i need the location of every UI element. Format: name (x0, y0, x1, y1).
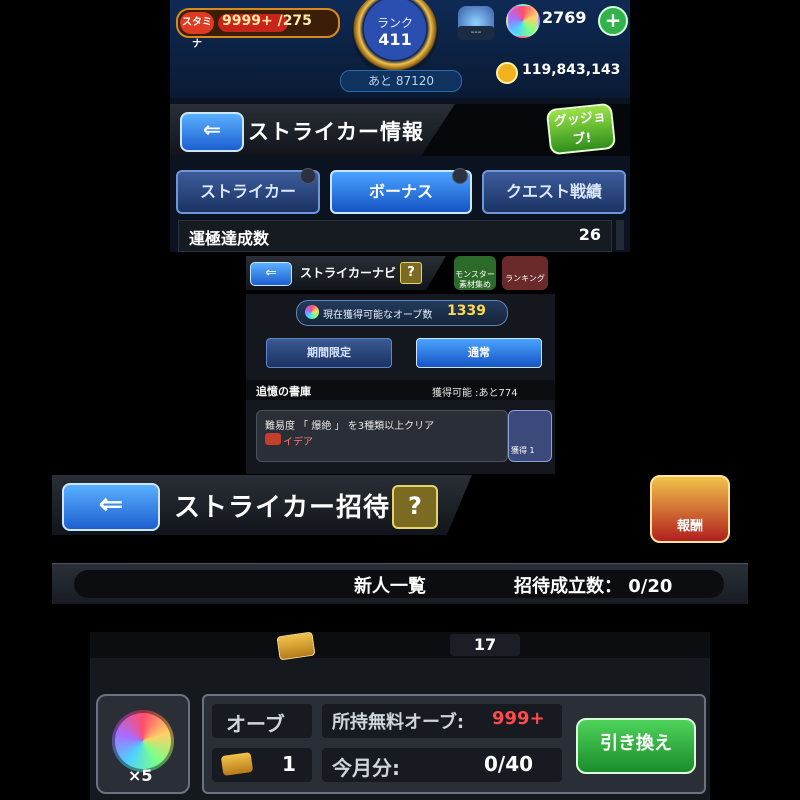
invite-count-label: 招待成立数： (514, 576, 622, 597)
orb-reward-tile: ×5 (96, 694, 190, 794)
item-dash: --- (458, 26, 494, 40)
tab-striker-label: ストライカー (199, 182, 296, 201)
coin-icon (496, 62, 518, 84)
memory-remaining: 獲得可能 :あと774 (432, 388, 518, 399)
mission-target: イデア (283, 437, 313, 448)
luck-label: 運極達成数 (189, 229, 270, 248)
ticket-count: 17 (450, 634, 520, 656)
tab-limited-time[interactable]: 期間限定 (266, 338, 392, 368)
invite-summary-inner: 新人一覧 招待成立数： 0/20 (74, 570, 724, 598)
memory-archive-title: 追憶の書庫 (256, 385, 311, 398)
stamina-max: /275 (277, 13, 312, 29)
rank-ring: ランク 411 (352, 0, 438, 76)
free-orbs-cell: 所持無料オーブ: 999+ (322, 704, 562, 738)
monster-material-button[interactable]: モンスター素材集め (454, 256, 496, 290)
orb-multiplier: ×5 (128, 766, 153, 785)
ticket-row: 17 (90, 632, 710, 661)
striker-info-panel: スタミナ 9999+ /275 ランク 411 あと 87120 --- 276… (170, 0, 630, 252)
available-orbs-label: 現在獲得可能なオーブ数 (323, 310, 433, 321)
help-button[interactable]: ? (400, 262, 422, 284)
luck-value: 26 (578, 225, 601, 244)
stamina-text: 9999+ /275 (222, 13, 312, 29)
ticket-small-cell: 1 (212, 748, 312, 782)
back-button[interactable]: ⇐ (62, 483, 160, 531)
orb-icon (112, 710, 174, 772)
mission-reward-label: 獲得 1 (511, 445, 535, 456)
stamina-icon: スタミナ (180, 12, 214, 50)
striker-invite-title: ストライカー招待 (174, 493, 391, 523)
newcomer-list-label: 新人一覧 (354, 576, 426, 597)
orb-label: オーブ (226, 712, 285, 736)
status-bar: スタミナ 9999+ /275 ランク 411 あと 87120 --- 276… (170, 0, 630, 98)
reward-badge-text: 報酬 (676, 519, 703, 534)
notification-dot (300, 168, 316, 184)
invite-count: 招待成立数： 0/20 (514, 572, 672, 598)
mission-reward: 獲得 1 (508, 410, 552, 462)
striker-navi-title: ストライカーナビ (300, 266, 397, 280)
invite-summary-bar: 新人一覧 招待成立数： 0/20 (52, 563, 748, 604)
monthly-label: 今月分: (332, 756, 400, 780)
back-button[interactable]: ⇐ (180, 112, 244, 152)
tab-normal[interactable]: 通常 (416, 338, 542, 368)
stamina-box: スタミナ 9999+ /275 (176, 8, 340, 50)
tab-quest-record[interactable]: クエスト戦績 (482, 170, 626, 214)
orb-icon (506, 4, 540, 38)
ticket-small-count: 1 (282, 752, 296, 776)
mission-text: 難易度 「 爆絶 」 を3種類以上クリア (265, 421, 435, 432)
striker-invite-panel: ⇐ ストライカー招待 ? 報酬 新人一覧 招待成立数： 0/20 (52, 475, 748, 605)
page-title: ストライカー情報 (248, 120, 424, 144)
free-orbs-label: 所持無料オーブ: (332, 712, 465, 733)
rank-next: あと 87120 (340, 70, 462, 92)
stamina-current: 9999+ (222, 13, 273, 29)
memory-archive-bar: 追憶の書庫 獲得可能 :あと774 (246, 380, 555, 400)
striker-tabs: ストライカー ボーナス クエスト戦績 (170, 164, 630, 216)
available-orbs-banner: 現在獲得可能なオーブ数 1339 (296, 300, 508, 326)
ranking-button[interactable]: ランキング (502, 256, 548, 290)
exchange-button[interactable]: 引き換え (576, 718, 696, 774)
coin-value: 119,843,143 (522, 62, 621, 78)
notification-dot (452, 168, 468, 184)
tab-bonus-label: ボーナス (368, 182, 433, 201)
free-orbs-value: 999+ (492, 708, 545, 729)
help-button[interactable]: ? (392, 485, 438, 529)
tab-bonus[interactable]: ボーナス (330, 168, 472, 214)
exchange-box: オーブ 所持無料オーブ: 999+ 1 今月分: 0/40 引き換え (202, 694, 706, 794)
rank-label: ランク (376, 16, 413, 30)
mission-card[interactable]: 難易度 「 爆絶 」 を3種類以上クリア イデア (256, 410, 508, 462)
tab-striker[interactable]: ストライカー (176, 168, 320, 214)
orb-icon (305, 305, 319, 319)
tab-quest-record-label: クエスト戦績 (505, 182, 602, 201)
scrollbar[interactable] (616, 220, 624, 250)
good-job-button[interactable]: グッジョブ! (545, 102, 617, 156)
striker-info-header: ⇐ ストライカー情報 グッジョブ! (170, 102, 630, 156)
orb-exchange-panel: 17 ×5 オーブ 所持無料オーブ: 999+ 1 今月分: 0/40 引き換え (90, 632, 710, 800)
orb-label-cell: オーブ (212, 704, 312, 738)
reward-badge[interactable]: 報酬 (650, 475, 730, 543)
invite-count-value: 0/20 (628, 576, 673, 597)
mission-reward-count: 1 (529, 446, 535, 455)
rank-value: 411 (378, 30, 412, 49)
luck-row: 運極達成数 26 (178, 220, 612, 252)
striker-navi-panel: ⇐ ストライカーナビ ? モンスター素材集め ランキング 現在獲得可能なオーブ数… (246, 254, 555, 474)
mission-icons (265, 433, 281, 445)
back-button[interactable]: ⇐ (250, 262, 292, 286)
striker-invite-header: ⇐ ストライカー招待 ? (52, 475, 472, 535)
add-orbs-button[interactable]: + (598, 6, 628, 36)
ticket-icon (220, 752, 254, 776)
mission-reward-text: 獲得 (511, 446, 527, 455)
ticket-icon (276, 632, 316, 661)
orb-count: 2769 (542, 8, 587, 27)
header-bar: ⇐ ストライカー情報 (170, 104, 455, 156)
striker-navi-header: ⇐ ストライカーナビ ? (246, 256, 446, 290)
monthly-cell: 今月分: 0/40 (322, 748, 562, 782)
available-orbs-value: 1339 (447, 303, 486, 319)
monthly-value: 0/40 (484, 752, 534, 776)
